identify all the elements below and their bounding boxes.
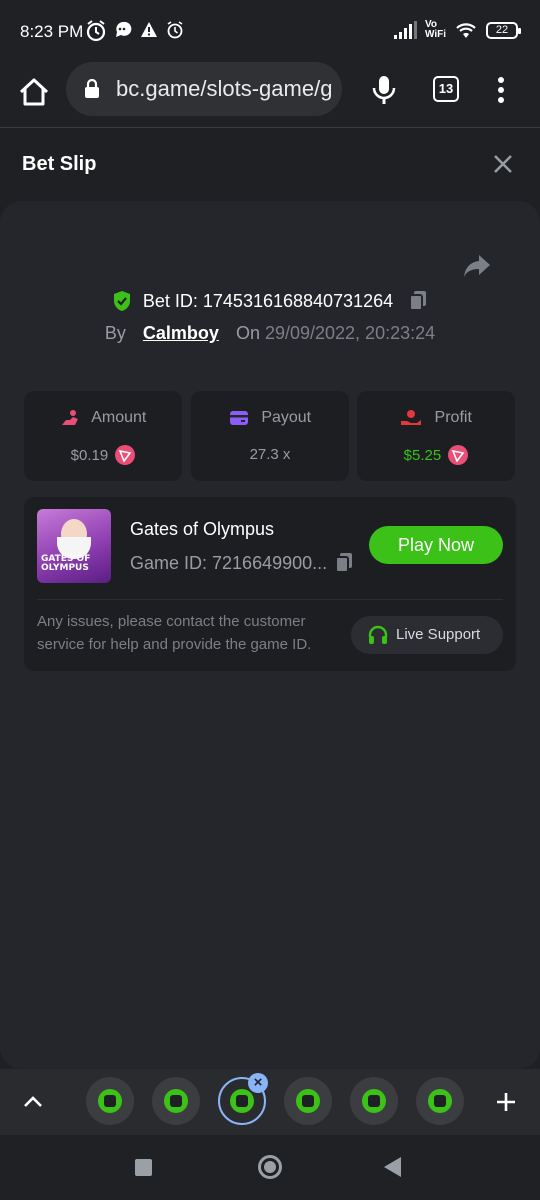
profit-card: Profit $5.25 <box>357 391 515 481</box>
by-label: By <box>104 323 126 343</box>
payout-label: Payout <box>261 409 312 426</box>
tab-thumbnail[interactable] <box>284 1077 332 1125</box>
bc-game-logo-icon <box>362 1089 386 1113</box>
wifi-icon <box>456 23 476 38</box>
headset-icon <box>368 625 388 644</box>
bet-date: 29/09/2022, 20:23:24 <box>264 323 436 343</box>
live-support-label: Live Support <box>396 626 481 643</box>
divider <box>37 599 503 600</box>
trx-coin-icon <box>448 445 469 465</box>
bc-game-logo-icon <box>428 1089 452 1113</box>
battery-icon: 22 <box>486 21 521 39</box>
bet-meta-row: By Calmboy On 29/09/2022, 20:23:24 <box>0 323 540 344</box>
amount-value: $0.19 <box>70 446 109 464</box>
lock-icon <box>85 79 99 98</box>
home-icon[interactable] <box>16 74 52 110</box>
close-tab-icon[interactable]: × <box>248 1073 268 1093</box>
amount-label: Amount <box>91 409 147 427</box>
copy-icon[interactable] <box>334 552 354 574</box>
game-name[interactable]: Gates of Olympus <box>130 519 274 540</box>
amount-card: Amount $0.19 <box>24 391 182 481</box>
on-label: On <box>235 323 260 343</box>
bc-game-logo-icon <box>98 1089 122 1113</box>
user-link[interactable]: Calmboy <box>143 323 219 343</box>
bet-detail-panel: Bet ID: 1745316168840731264 By Calmboy O… <box>0 201 540 1069</box>
tab-strip: × <box>0 1069 540 1135</box>
game-id: Game ID: 7216649900... <box>130 553 328 573</box>
recents-icon[interactable] <box>135 1159 152 1176</box>
alarm-small-icon <box>167 21 183 39</box>
thumb-title-line2: OLYMPUS <box>41 563 89 573</box>
support-note: Any issues, please contact the customer … <box>37 613 312 653</box>
system-nav-bar <box>0 1135 540 1200</box>
profit-hand-icon <box>401 410 422 425</box>
page-title: Bet Slip <box>22 153 97 175</box>
new-tab-icon[interactable] <box>495 1091 517 1113</box>
more-menu-icon[interactable] <box>492 76 510 104</box>
payout-value: 27.3 x <box>249 446 291 463</box>
shield-check-icon <box>113 291 130 312</box>
copy-icon[interactable] <box>408 290 428 312</box>
status-time: 8:23 PM <box>20 22 84 41</box>
tab-thumbnail[interactable] <box>152 1077 200 1125</box>
tab-thumbnail[interactable] <box>86 1077 134 1125</box>
bc-game-logo-icon <box>296 1089 320 1113</box>
url-text[interactable]: bc.game/slots-game/g <box>116 76 336 102</box>
amount-icon <box>61 410 78 425</box>
signal-icon <box>393 21 417 39</box>
bet-id: Bet ID: 1745316168840731264 <box>142 290 394 311</box>
url-bar[interactable]: bc.game/slots-game/g <box>66 62 342 116</box>
game-thumbnail[interactable]: GATES OF OLYMPUS <box>37 509 111 583</box>
close-icon[interactable] <box>492 153 514 175</box>
bc-game-logo-icon <box>230 1089 254 1113</box>
status-bar: 8:23 PM Vo WiFi 22 <box>0 0 540 62</box>
trx-coin-icon <box>115 445 136 465</box>
warning-icon <box>141 22 157 37</box>
tab-switcher-button[interactable]: 13 <box>433 76 459 102</box>
bet-id-row: Bet ID: 1745316168840731264 <box>0 290 540 312</box>
back-icon[interactable] <box>384 1157 401 1177</box>
live-support-button[interactable]: Live Support <box>351 616 503 654</box>
alarm-icon <box>86 20 106 42</box>
play-now-button[interactable]: Play Now <box>369 526 503 564</box>
share-icon[interactable] <box>462 253 492 279</box>
chevron-up-icon[interactable] <box>22 1091 44 1113</box>
chat-bubble-icon <box>116 21 132 37</box>
payout-card: Payout 27.3 x <box>191 391 349 481</box>
bc-game-logo-icon <box>164 1089 188 1113</box>
browser-toolbar: bc.game/slots-game/g 13 <box>0 62 540 128</box>
payout-card-icon <box>229 410 248 425</box>
tab-thumbnail[interactable] <box>416 1077 464 1125</box>
bet-slip-page: Bet Slip Bet ID: 1745316168840731264 By … <box>0 129 540 1069</box>
tab-thumbnail[interactable] <box>350 1077 398 1125</box>
vowifi-label: Vo WiFi <box>424 19 446 40</box>
home-nav-icon[interactable] <box>258 1155 282 1179</box>
microphone-icon[interactable] <box>370 74 398 106</box>
profit-label: Profit <box>434 409 472 427</box>
game-card: GATES OF OLYMPUS Gates of Olympus Game I… <box>24 497 516 671</box>
profit-value: $5.25 <box>403 446 442 464</box>
